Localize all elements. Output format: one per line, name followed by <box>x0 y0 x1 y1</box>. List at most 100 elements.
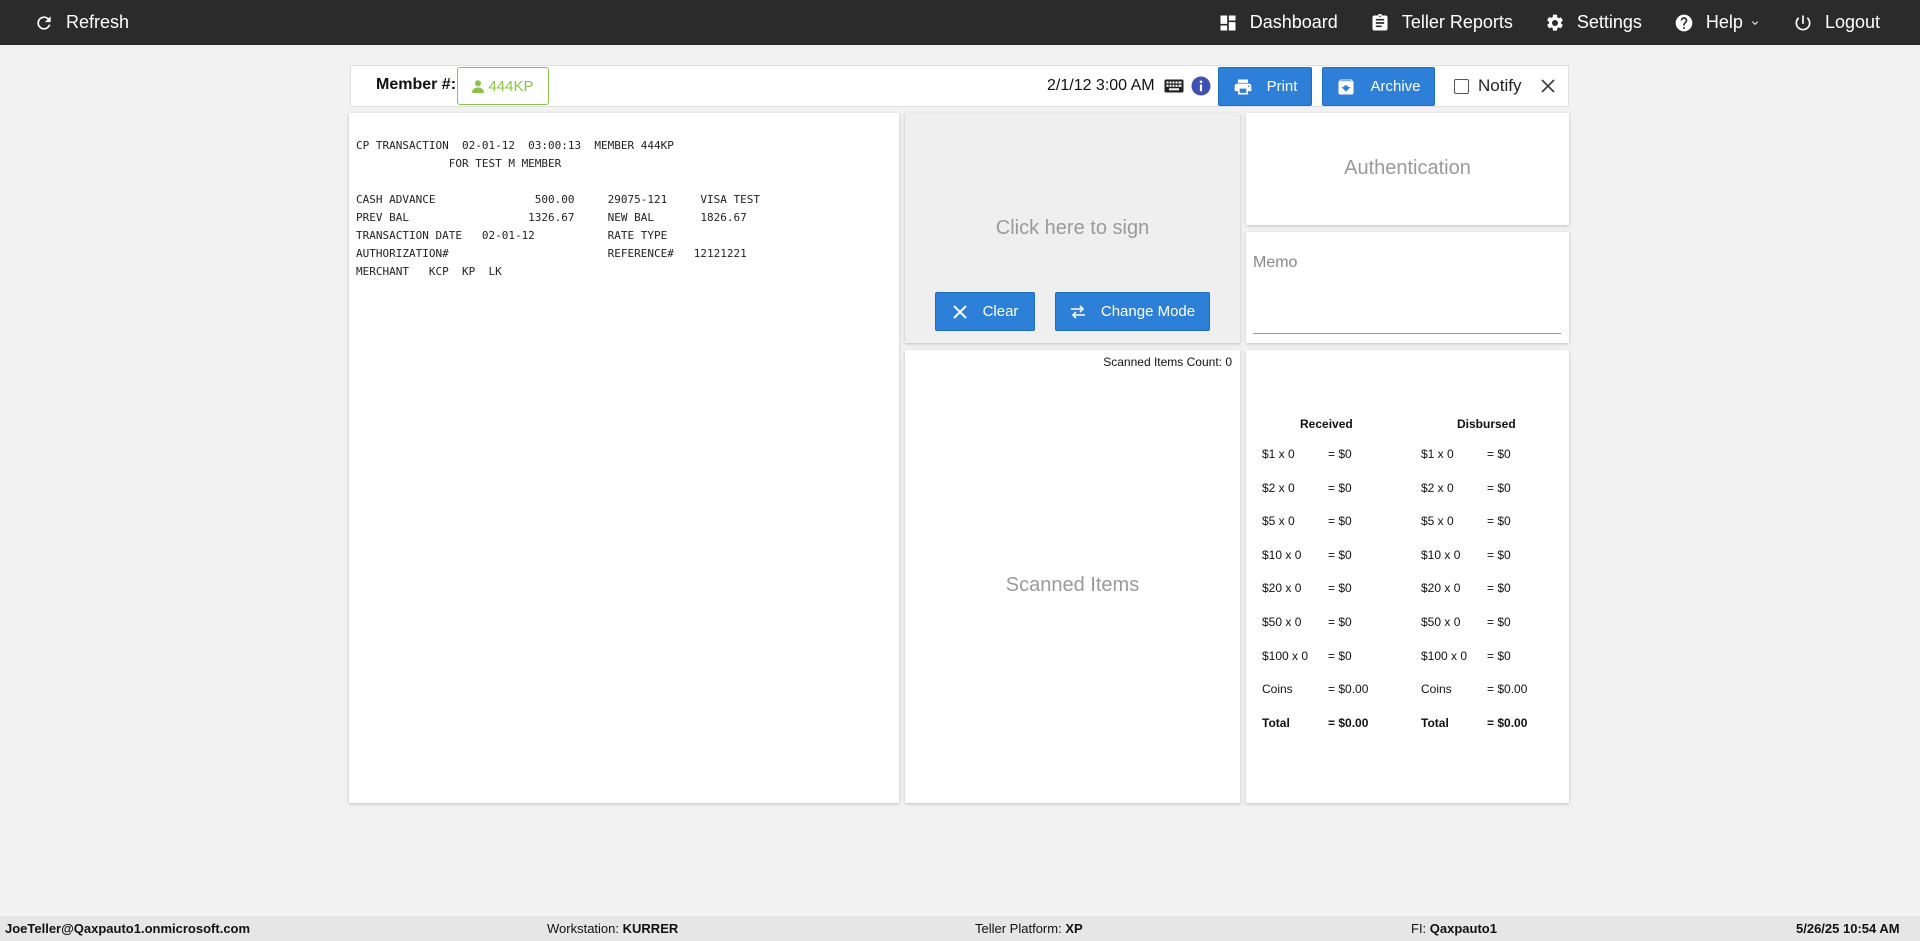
settings-link[interactable]: Settings <box>1545 0 1642 45</box>
chevron-down-icon <box>1751 20 1758 25</box>
memo-field[interactable]: Memo <box>1253 254 1297 272</box>
received-denomination: $5 x 0 <box>1262 514 1295 529</box>
transaction-header: Member #: 444KP 2/1/12 3:00 AM Print Arc… <box>350 65 1569 107</box>
disbursed-total-label: Total <box>1421 715 1449 730</box>
cash-summary-panel: Received $1 x 0 = $0 $2 x 0 = $0 $5 x 0 = $0 $… <box>1246 350 1569 803</box>
change-mode-button[interactable]: Change Mode <box>1055 292 1210 331</box>
change-mode-label: Change Mode <box>1100 303 1196 320</box>
scanned-items-label: Scanned Items <box>1005 574 1140 596</box>
top-nav-bar: Refresh Dashboard Teller Reports Setting… <box>0 0 1920 45</box>
dashboard-label: Dashboard <box>1249 12 1338 32</box>
received-denomination: $100 x 0 <box>1262 648 1309 663</box>
received-amount: = $0 <box>1328 581 1352 596</box>
help-circle-icon <box>1675 14 1693 31</box>
disbursed-denomination: $10 x 0 <box>1421 547 1461 562</box>
disbursed-amount: = $0 <box>1487 581 1511 596</box>
status-footer: JoeTeller@Qaxpauto1.onmicrosoft.com Work… <box>0 916 1920 941</box>
help-menu[interactable]: Help <box>1674 0 1761 45</box>
footer-user: JoeTeller@Qaxpauto1.onmicrosoft.com <box>5 921 251 936</box>
signature-pad[interactable]: Click here to sign Clear Change Mode <box>905 113 1240 343</box>
disbursed-amount: = $0 <box>1487 514 1511 529</box>
disbursed-total-amount: = $0.00 <box>1487 715 1528 730</box>
print-button[interactable]: Print <box>1218 67 1312 106</box>
memo-panel: Memo <box>1246 232 1569 343</box>
received-amount: = $0 <box>1328 480 1352 495</box>
archive-icon <box>1338 79 1354 94</box>
print-label: Print <box>1266 78 1298 95</box>
received-total-amount: = $0.00 <box>1328 715 1369 730</box>
received-denomination: $50 x 0 <box>1262 615 1302 629</box>
help-label: Help <box>1705 12 1743 32</box>
disbursed-heading: Disbursed <box>1457 417 1516 431</box>
refresh-label: Refresh <box>66 12 130 32</box>
received-denomination: $10 x 0 <box>1262 547 1302 562</box>
keyboard-icon[interactable] <box>1164 79 1184 93</box>
swap-icon <box>1070 304 1085 319</box>
footer-workstation: Workstation: KURRER <box>547 921 679 936</box>
info-icon[interactable] <box>1191 76 1211 96</box>
scanned-items-count: Scanned Items Count: 0 <box>1103 355 1232 369</box>
received-amount: = $0 <box>1328 615 1352 629</box>
disbursed-denomination: $50 x 0 <box>1421 615 1461 629</box>
logout-button[interactable]: Logout <box>1793 0 1880 45</box>
refresh-icon <box>37 15 51 30</box>
notify-checkbox-box[interactable] <box>1454 78 1469 94</box>
dashboard-link[interactable]: Dashboard <box>1218 0 1338 45</box>
dashboard-icon <box>1220 15 1236 30</box>
disbursed-amount: = $0 <box>1487 547 1511 562</box>
footer-fi: FI: Qaxpauto1 <box>1411 921 1497 936</box>
signature-prompt[interactable]: Click here to sign <box>905 217 1240 240</box>
archive-label: Archive <box>1370 78 1421 95</box>
authentication-label: Authentication <box>1344 157 1471 179</box>
close-icon[interactable] <box>1539 77 1557 95</box>
disbursed-denomination: $5 x 0 <box>1421 514 1454 529</box>
received-denomination: $20 x 0 <box>1262 581 1302 596</box>
disbursed-denomination: $2 x 0 <box>1421 480 1454 495</box>
notify-label: Notify <box>1478 76 1522 95</box>
received-amount: = $0.00 <box>1328 682 1369 697</box>
received-denomination: Coins <box>1262 682 1293 697</box>
authentication-panel[interactable]: Authentication <box>1246 113 1569 225</box>
received-denomination: $2 x 0 <box>1262 480 1295 495</box>
clear-label: Clear <box>982 303 1019 320</box>
disbursed-denomination: Coins <box>1421 682 1452 697</box>
teller-reports-label: Teller Reports <box>1401 12 1513 32</box>
clear-signature-button[interactable]: Clear <box>935 292 1035 331</box>
footer-platform: Teller Platform: XP <box>975 921 1083 936</box>
notify-checkbox[interactable]: Notify <box>1454 76 1521 96</box>
disbursed-amount: = $0 <box>1487 648 1511 663</box>
disbursed-denomination: $1 x 0 <box>1421 447 1454 461</box>
received-amount: = $0 <box>1328 514 1352 529</box>
scanned-items-panel: Scanned Items Count: 0 Scanned Items <box>905 350 1240 803</box>
disbursed-amount: = $0 <box>1487 447 1511 461</box>
received-denomination: $1 x 0 <box>1262 447 1295 461</box>
member-number-label: Member #: <box>376 76 457 93</box>
transaction-datetime: 2/1/12 3:00 AM <box>1047 77 1155 94</box>
user-icon <box>472 79 485 93</box>
x-icon <box>952 304 967 319</box>
receipt-panel: CP TRANSACTION 02-01-12 03:00:13 MEMBER … <box>349 113 899 803</box>
disbursed-amount: = $0 <box>1487 615 1511 629</box>
receipt-text: CP TRANSACTION 02-01-12 03:00:13 MEMBER … <box>356 139 760 278</box>
archive-button[interactable]: Archive <box>1322 67 1435 106</box>
disbursed-amount: = $0 <box>1487 480 1511 495</box>
member-number-badge[interactable]: 444KP <box>457 67 549 105</box>
memo-underline <box>1253 333 1561 334</box>
gear-icon <box>1547 14 1563 31</box>
disbursed-denomination: $100 x 0 <box>1421 648 1468 663</box>
printer-icon <box>1234 79 1251 94</box>
received-total-label: Total <box>1262 715 1290 730</box>
nav-right-group: Dashboard Teller Reports Settings Help L… <box>1186 0 1880 45</box>
member-number-value: 444KP <box>488 77 534 95</box>
settings-label: Settings <box>1576 12 1642 32</box>
received-amount: = $0 <box>1328 447 1352 461</box>
received-heading: Received <box>1300 417 1353 431</box>
teller-reports-link[interactable]: Teller Reports <box>1370 0 1513 45</box>
disbursed-amount: = $0.00 <box>1487 682 1528 697</box>
received-amount: = $0 <box>1328 648 1352 663</box>
disbursed-denomination: $20 x 0 <box>1421 581 1461 596</box>
footer-datetime: 5/26/25 10:54 AM <box>1796 921 1900 936</box>
refresh-button[interactable]: Refresh <box>34 0 129 45</box>
power-icon <box>1795 15 1811 30</box>
logout-label: Logout <box>1824 12 1880 32</box>
